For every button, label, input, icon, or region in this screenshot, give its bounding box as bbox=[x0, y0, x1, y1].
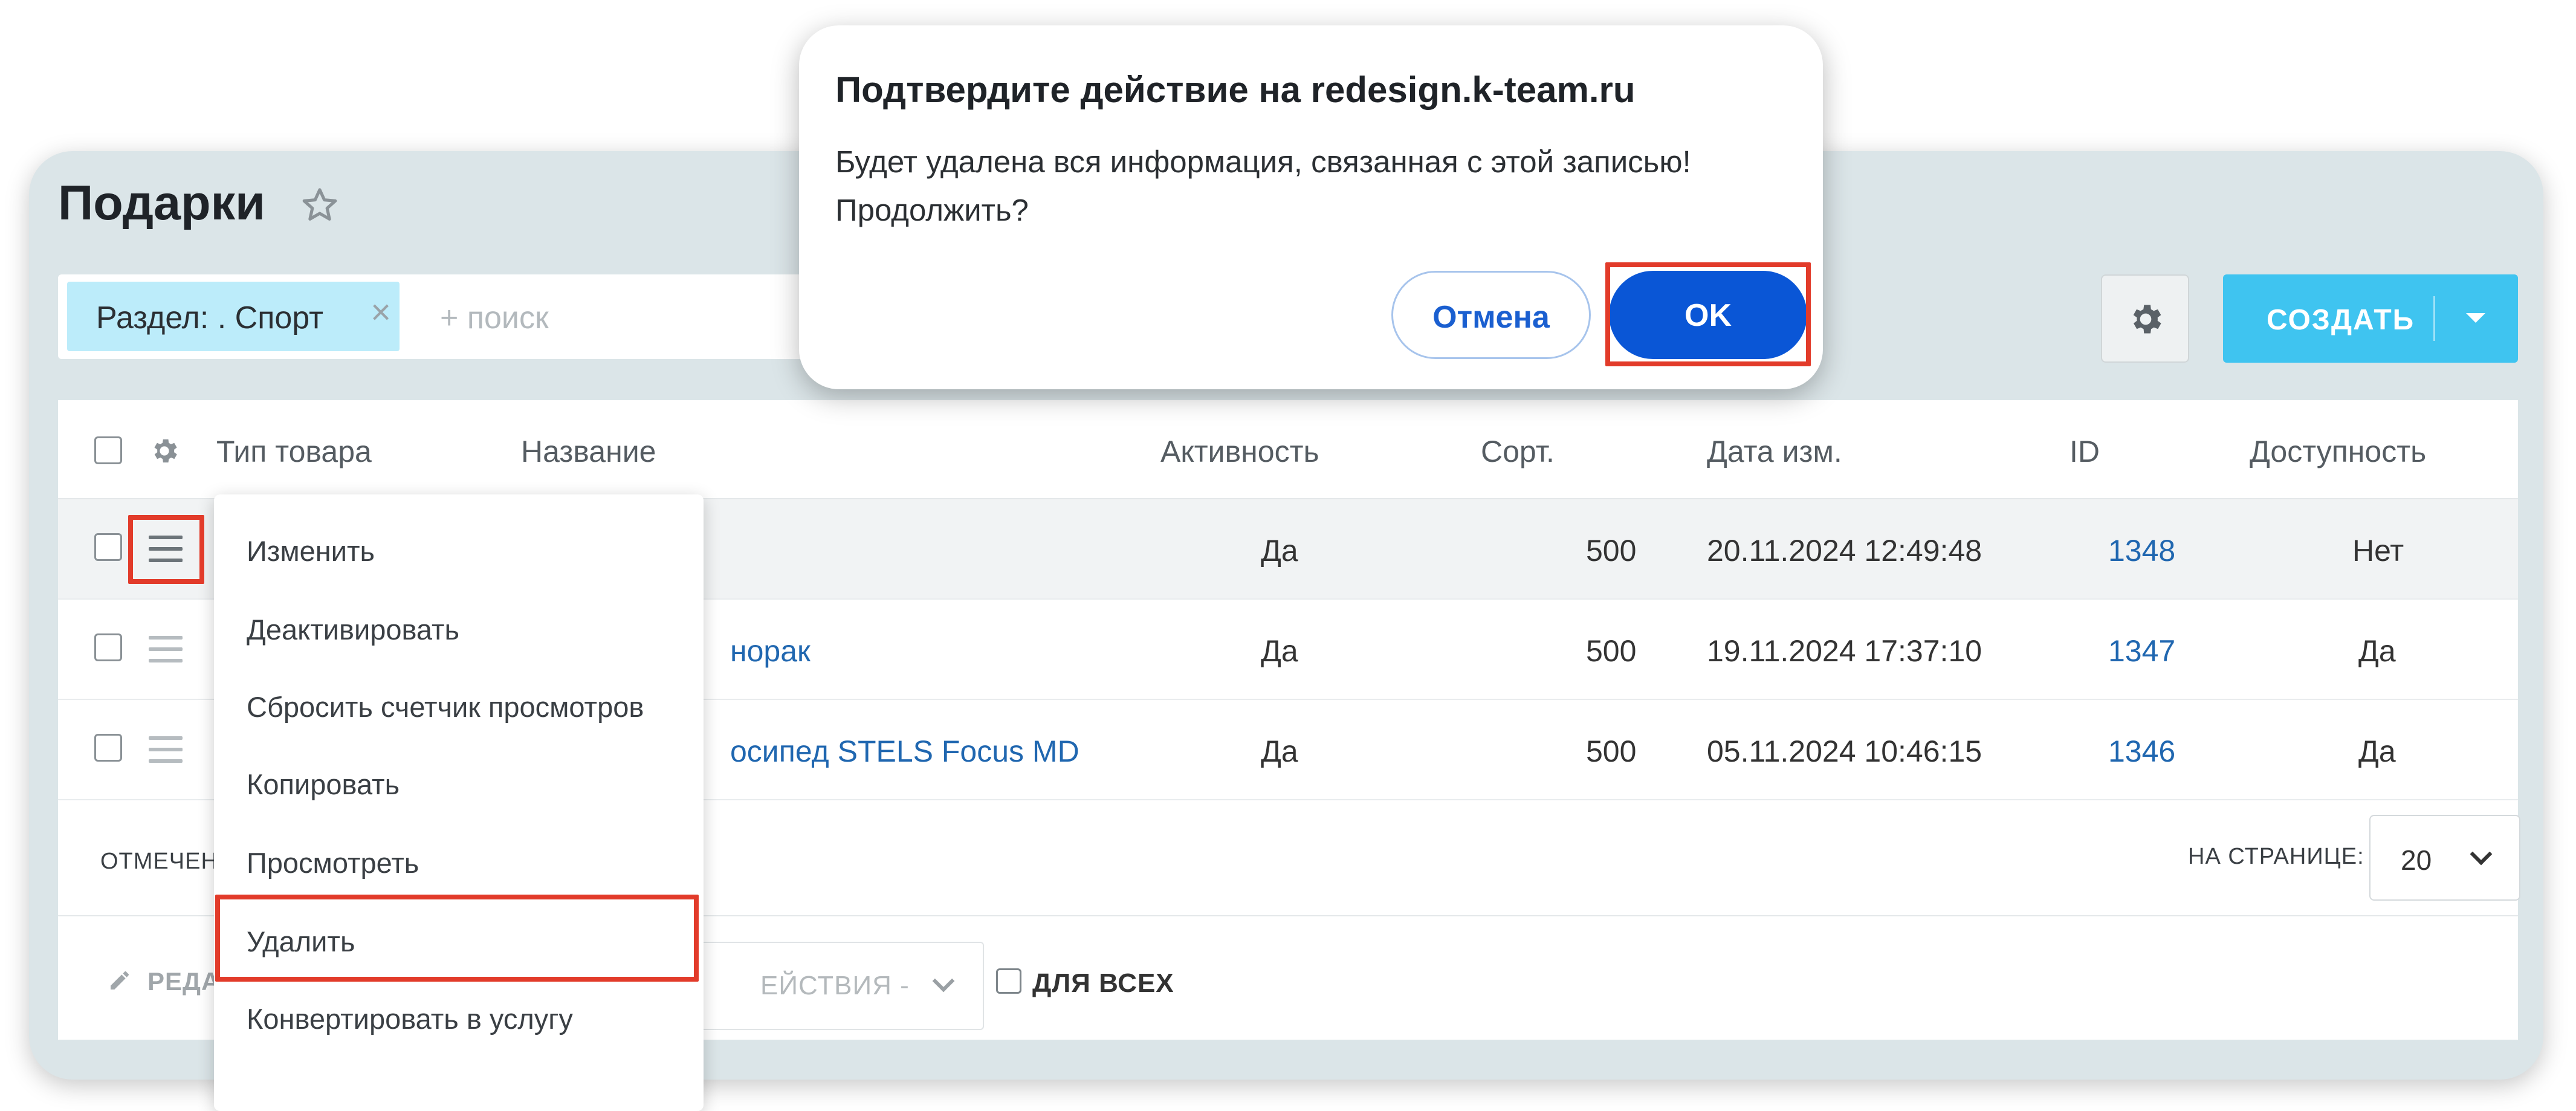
row-name[interactable]: осипед STELS Focus MD bbox=[730, 734, 1079, 769]
per-page-value: 20 bbox=[2401, 844, 2432, 876]
row-active: Да bbox=[1261, 534, 1298, 568]
row-date: 20.11.2024 12:49:48 bbox=[1707, 534, 1982, 568]
menu-item-copy[interactable]: Копировать bbox=[247, 768, 400, 801]
highlight-delete-item bbox=[215, 895, 699, 982]
row-date: 05.11.2024 10:46:15 bbox=[1707, 734, 1982, 768]
actions-select[interactable]: ЕЙСТВИЯ - bbox=[699, 942, 984, 1030]
caret-down-icon[interactable] bbox=[2466, 313, 2485, 323]
actions-select-label: ЕЙСТВИЯ - bbox=[760, 971, 910, 1000]
star-icon[interactable] bbox=[299, 185, 340, 226]
row-id[interactable]: 1347 bbox=[2108, 633, 2175, 669]
cancel-button-label: Отмена bbox=[1432, 300, 1550, 335]
cancel-button[interactable]: Отмена bbox=[1391, 271, 1591, 359]
chevron-down-icon bbox=[2470, 843, 2493, 866]
chevron-down-icon bbox=[932, 970, 955, 993]
column-header-active[interactable]: Активность bbox=[1160, 434, 1319, 469]
menu-item-convert-to-service[interactable]: Конвертировать в услугу bbox=[247, 1002, 573, 1035]
edit-button[interactable]: РЕДА bbox=[147, 967, 220, 996]
row-sort: 500 bbox=[1586, 634, 1637, 668]
dialog-title: Подтвердите действие на redesign.k-team.… bbox=[835, 70, 1636, 110]
marked-count-label: ОТМЕЧЕН bbox=[100, 849, 218, 874]
for-all-checkbox[interactable] bbox=[996, 968, 1021, 994]
menu-item-reset-views[interactable]: Сбросить счетчик просмотров bbox=[247, 690, 644, 724]
highlight-row-menu bbox=[128, 515, 204, 584]
highlight-ok-button bbox=[1605, 262, 1811, 366]
row-menu-icon[interactable] bbox=[149, 736, 183, 763]
row-active: Да bbox=[1261, 634, 1298, 668]
row-id[interactable]: 1348 bbox=[2108, 533, 2175, 568]
menu-item-view[interactable]: Просмотреть bbox=[247, 846, 419, 879]
create-button-divider bbox=[2433, 296, 2435, 341]
row-availability: Нет bbox=[2352, 534, 2404, 568]
per-page-label: НА СТРАНИЦЕ: bbox=[2188, 844, 2364, 869]
create-button-label: СОЗДАТЬ bbox=[2267, 304, 2415, 336]
row-id[interactable]: 1346 bbox=[2108, 734, 2175, 769]
select-all-checkbox[interactable] bbox=[94, 436, 122, 464]
column-header-date[interactable]: Дата изм. bbox=[1707, 434, 1842, 469]
row-name[interactable]: норак bbox=[730, 633, 811, 669]
settings-button[interactable] bbox=[2101, 274, 2189, 363]
row-active: Да bbox=[1261, 734, 1298, 768]
row-menu-icon[interactable] bbox=[149, 636, 183, 662]
page-title: Подарки bbox=[58, 176, 265, 230]
row-checkbox[interactable] bbox=[94, 633, 122, 661]
row-context-menu: Изменить Деактивировать Сбросить счетчик… bbox=[214, 494, 704, 1111]
for-all-label[interactable]: ДЛЯ ВСЕХ bbox=[1032, 968, 1174, 999]
menu-item-edit[interactable]: Изменить bbox=[247, 534, 375, 568]
column-header-type[interactable]: Тип товара bbox=[216, 434, 372, 469]
filter-search-bar[interactable]: Раздел: . Спорт × + поиск bbox=[58, 274, 844, 359]
close-icon[interactable]: × bbox=[371, 295, 391, 330]
column-header-sort[interactable]: Сорт. bbox=[1481, 434, 1555, 469]
menu-item-deactivate[interactable]: Деактивировать bbox=[247, 613, 459, 646]
dialog-message: Будет удалена вся информация, связанная … bbox=[835, 144, 1691, 179]
row-checkbox[interactable] bbox=[94, 734, 122, 762]
create-button[interactable]: СОЗДАТЬ bbox=[2223, 274, 2518, 363]
column-header-id[interactable]: ID bbox=[2070, 434, 2100, 469]
gear-icon[interactable] bbox=[149, 435, 180, 467]
row-availability: Да bbox=[2358, 634, 2396, 668]
row-date: 19.11.2024 17:37:10 bbox=[1707, 634, 1982, 668]
filter-chip-label: Раздел: . Спорт bbox=[96, 300, 323, 335]
column-header-name[interactable]: Название bbox=[521, 434, 656, 469]
column-header-availability[interactable]: Доступность bbox=[2250, 434, 2426, 469]
table-header: Тип товара Название Активность Сорт. Дат… bbox=[58, 400, 2518, 499]
row-checkbox[interactable] bbox=[94, 533, 122, 561]
pencil-icon[interactable] bbox=[108, 968, 132, 993]
search-input[interactable]: + поиск bbox=[440, 300, 549, 336]
row-availability: Да bbox=[2358, 734, 2396, 768]
per-page-select[interactable]: 20 bbox=[2369, 815, 2520, 901]
dialog-message-question: Продолжить? bbox=[835, 193, 1029, 227]
filter-chip[interactable]: Раздел: . Спорт × bbox=[67, 282, 400, 351]
row-sort: 500 bbox=[1586, 534, 1637, 568]
gear-icon bbox=[2133, 305, 2161, 334]
row-sort: 500 bbox=[1586, 734, 1637, 768]
